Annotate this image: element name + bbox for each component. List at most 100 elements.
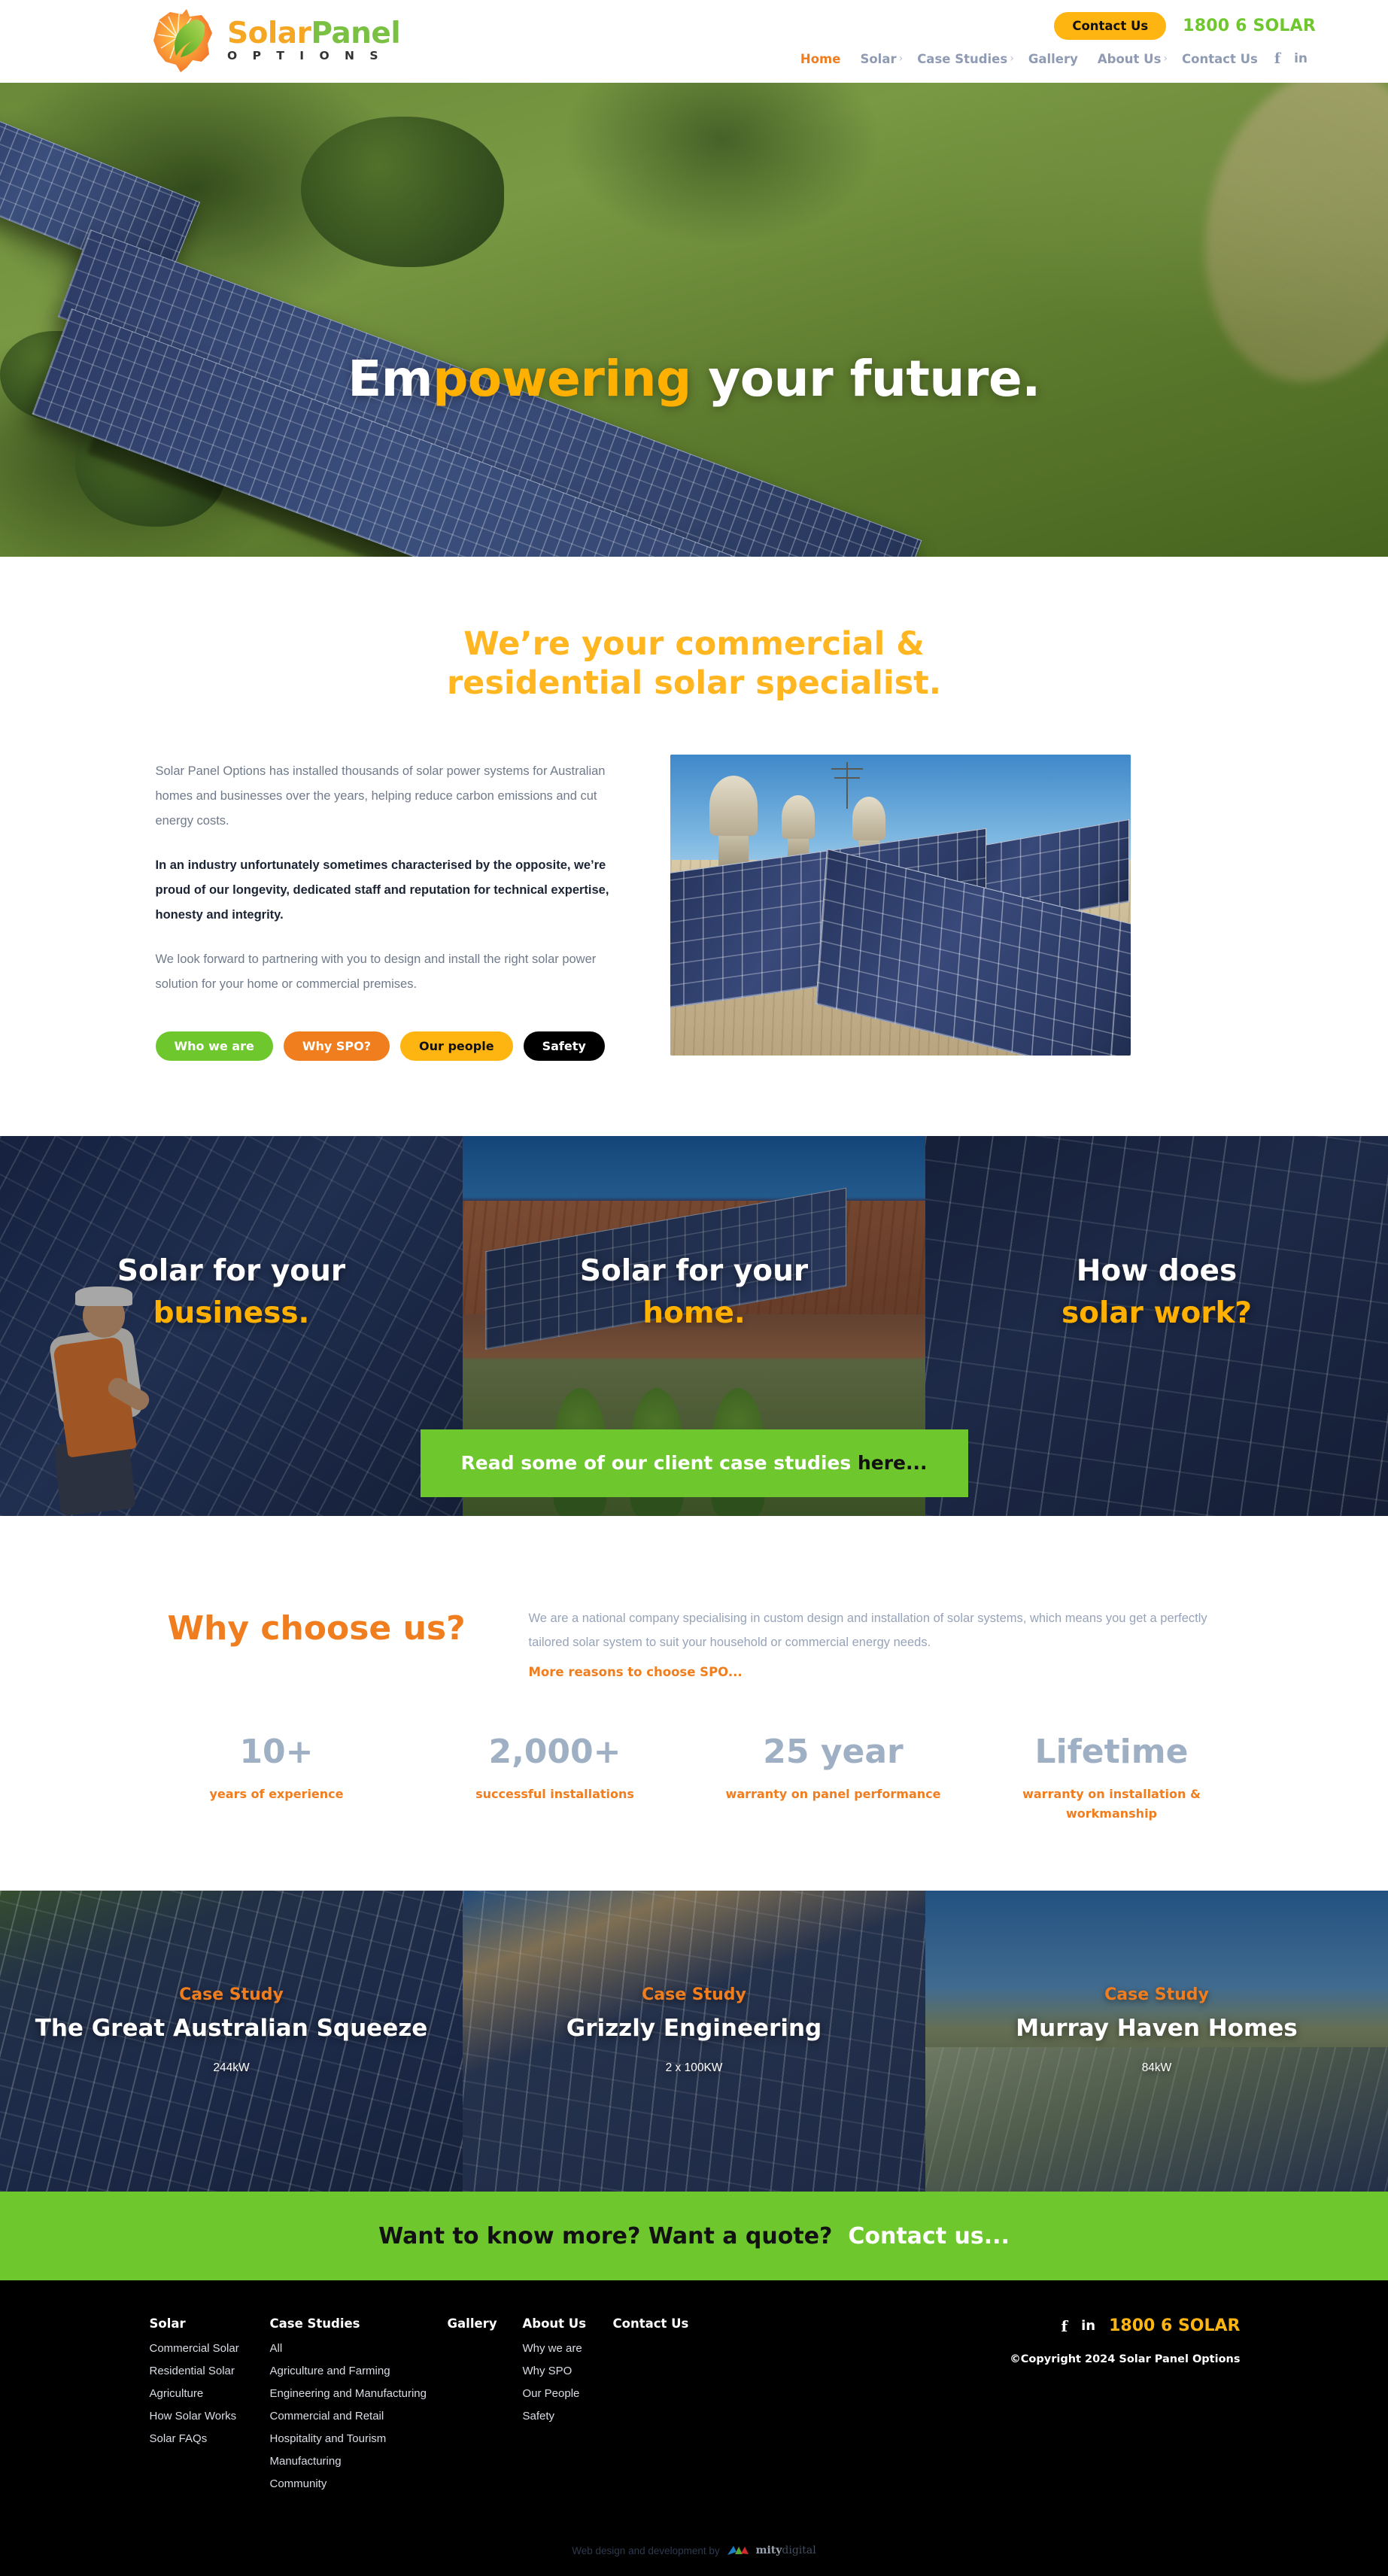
case-studies-cta-band[interactable]: Read some of our client case studies her…: [420, 1429, 968, 1497]
footer-columns: Solar Commercial Solar Residential Solar…: [138, 2316, 1251, 2501]
header-right-cluster: Contact Us 1800 6 SOLAR Home Solar › Cas…: [791, 0, 1316, 77]
footer-credit-text: Web design and development by: [572, 2544, 720, 2556]
footer-column-gallery: Gallery: [448, 2316, 523, 2501]
tile-caption-line-1: How does: [1076, 1253, 1238, 1288]
site-logo[interactable]: SolarPanel O P T I O N S: [143, 6, 401, 75]
footer-link-commercial-solar[interactable]: Commercial Solar: [150, 2343, 251, 2354]
footer-right-cluster: f in 1800 6 SOLAR ©Copyright 2024 Solar …: [1010, 2316, 1240, 2365]
footer-link-commercial-and-retail[interactable]: Commercial and Retail: [270, 2410, 428, 2422]
footer-link-engineering-and-manufacturing[interactable]: Engineering and Manufacturing: [270, 2388, 428, 2399]
mitydigital-logo-icon[interactable]: [727, 2545, 749, 2556]
stat-label: successful installations: [475, 1787, 634, 1802]
footer-link-agriculture-and-farming[interactable]: Agriculture and Farming: [270, 2365, 428, 2377]
footer-link-residential-solar[interactable]: Residential Solar: [150, 2365, 251, 2377]
tile-how-does-solar-work[interactable]: How does solar work?: [925, 1135, 1388, 1516]
footer-column-about-us: About Us Why we are Why SPO Our People S…: [523, 2316, 613, 2501]
case-studies-row: Case Study The Great Australian Squeeze …: [0, 1891, 1388, 2192]
case-card-text: Case Study Murray Haven Homes 84kW: [925, 1985, 1388, 2075]
nav-item-case-studies[interactable]: Case Studies: [907, 52, 1017, 66]
nav-item-home[interactable]: Home: [791, 52, 851, 66]
facebook-icon[interactable]: f: [1062, 2317, 1068, 2335]
footer-link-why-spo[interactable]: Why SPO: [523, 2365, 594, 2377]
mity-light: digital: [782, 2544, 816, 2557]
footer-link-solar-faqs[interactable]: Solar FAQs: [150, 2433, 251, 2444]
tile-caption-line-2: solar work?: [1061, 1296, 1253, 1331]
tile-caption-line-2: business.: [153, 1296, 310, 1331]
footer-link-community[interactable]: Community: [270, 2478, 428, 2489]
case-study-card-murray-haven-homes[interactable]: Case Study Murray Haven Homes 84kW: [925, 1891, 1388, 2192]
case-capacity: 2 x 100KW: [665, 2061, 723, 2075]
rooftop-solar-photo: [670, 754, 1131, 1056]
footer-link-why-we-are[interactable]: Why we are: [523, 2343, 594, 2354]
footer-link-our-people[interactable]: Our People: [523, 2388, 594, 2399]
more-reasons-link[interactable]: More reasons to choose SPO...: [529, 1665, 743, 1679]
case-study-card-grizzly-engineering[interactable]: Case Study Grizzly Engineering 2 x 100KW: [463, 1891, 925, 2192]
our-people-button[interactable]: Our people: [400, 1031, 513, 1061]
site-footer: Solar Commercial Solar Residential Solar…: [0, 2280, 1388, 2576]
footer-column-contact-us: Contact Us: [613, 2316, 726, 2501]
stat-label: warranty on panel performance: [725, 1787, 941, 1802]
hero-headline-part-1: Em: [348, 350, 433, 408]
why-grid: Why choose us? We are a national company…: [153, 1606, 1236, 1680]
contact-cta-text: Want to know more? Want a quote? Contact…: [378, 2223, 1010, 2249]
mitydigital-wordmark[interactable]: mitydigital: [756, 2544, 816, 2556]
nav-item-solar[interactable]: Solar: [850, 52, 906, 66]
nav-item-about-us[interactable]: About Us: [1088, 52, 1171, 66]
why-choose-us-section: Why choose us? We are a national company…: [0, 1515, 1388, 1891]
footer-heading-case-studies[interactable]: Case Studies: [270, 2316, 428, 2331]
tile-solar-for-business[interactable]: Solar for your business.: [0, 1135, 463, 1516]
hero-headline-highlight: powering: [433, 350, 691, 408]
case-title: The Great Australian Squeeze: [35, 2015, 428, 2043]
footer-link-safety[interactable]: Safety: [523, 2410, 594, 2422]
cta-text-link: here...: [857, 1452, 928, 1475]
why-spo-button[interactable]: Why SPO?: [283, 1031, 390, 1061]
logo-word-panel: Panel: [311, 17, 401, 51]
tile-caption: Solar for your business.: [0, 1250, 463, 1335]
footer-phone-number[interactable]: 1800 6 SOLAR: [1109, 2316, 1240, 2335]
case-study-card-great-australian-squeeze[interactable]: Case Study The Great Australian Squeeze …: [0, 1891, 463, 2192]
hero-banner: Empowering your future.: [0, 83, 1388, 557]
intro-image-column: [670, 754, 1131, 1056]
facebook-icon[interactable]: f: [1268, 50, 1287, 67]
chevron-right-icon: ›: [898, 53, 904, 65]
header-phone-number[interactable]: 1800 6 SOLAR: [1183, 17, 1316, 35]
footer-link-manufacturing[interactable]: Manufacturing: [270, 2456, 428, 2467]
tile-caption-line-1: Solar for your: [579, 1253, 809, 1288]
main-navigation: Home Solar › Case Studies › Gallery Abou…: [791, 41, 1316, 77]
footer-heading-about-us[interactable]: About Us: [523, 2316, 594, 2331]
case-capacity: 244kW: [213, 2061, 250, 2075]
footer-link-how-solar-works[interactable]: How Solar Works: [150, 2410, 251, 2422]
nav-item-contact-us[interactable]: Contact Us: [1172, 52, 1268, 66]
intro-heading-line-2: residential solar specialist.: [446, 664, 942, 703]
footer-heading-contact-us[interactable]: Contact Us: [613, 2316, 706, 2331]
case-title: Murray Haven Homes: [1016, 2015, 1298, 2043]
logo-word-solar: Solar: [227, 17, 311, 51]
footer-contact-row: f in 1800 6 SOLAR: [1010, 2316, 1241, 2335]
logo-subtitle: O P T I O N S: [227, 49, 384, 63]
case-card-text: Case Study Grizzly Engineering 2 x 100KW: [463, 1985, 925, 2075]
contact-cta-question: Want to know more? Want a quote?: [378, 2222, 833, 2249]
safety-button[interactable]: Safety: [523, 1031, 605, 1061]
footer-link-agriculture[interactable]: Agriculture: [150, 2388, 251, 2399]
footer-link-all[interactable]: All: [270, 2343, 428, 2354]
nav-item-gallery[interactable]: Gallery: [1019, 52, 1088, 66]
intro-text-column: Solar Panel Options has installed thousa…: [155, 755, 615, 1061]
footer-credit: Web design and development by mitydigita…: [0, 2501, 1388, 2576]
footer-link-hospitality-and-tourism[interactable]: Hospitality and Tourism: [270, 2433, 428, 2444]
photo-antenna: [831, 761, 863, 809]
stat-label: years of experience: [209, 1787, 344, 1802]
linkedin-icon[interactable]: in: [1287, 51, 1314, 66]
photo-roof-vent: [709, 775, 758, 836]
footer-column-solar: Solar Commercial Solar Residential Solar…: [150, 2316, 270, 2501]
contact-cta-banner[interactable]: Want to know more? Want a quote? Contact…: [0, 2192, 1388, 2281]
why-paragraph: We are a national company specialising i…: [528, 1611, 1207, 1650]
footer-heading-gallery[interactable]: Gallery: [448, 2316, 503, 2331]
footer-heading-solar[interactable]: Solar: [150, 2316, 251, 2331]
linkedin-icon[interactable]: in: [1081, 2318, 1095, 2334]
stat-value: 10+: [239, 1733, 314, 1772]
australia-sunburst-logo-icon: [143, 8, 224, 74]
who-we-are-button[interactable]: Who we are: [155, 1031, 273, 1061]
photo-roof-vent: [852, 796, 885, 840]
mity-bold: mity: [755, 2544, 782, 2557]
contact-us-button[interactable]: Contact Us: [1054, 11, 1167, 40]
